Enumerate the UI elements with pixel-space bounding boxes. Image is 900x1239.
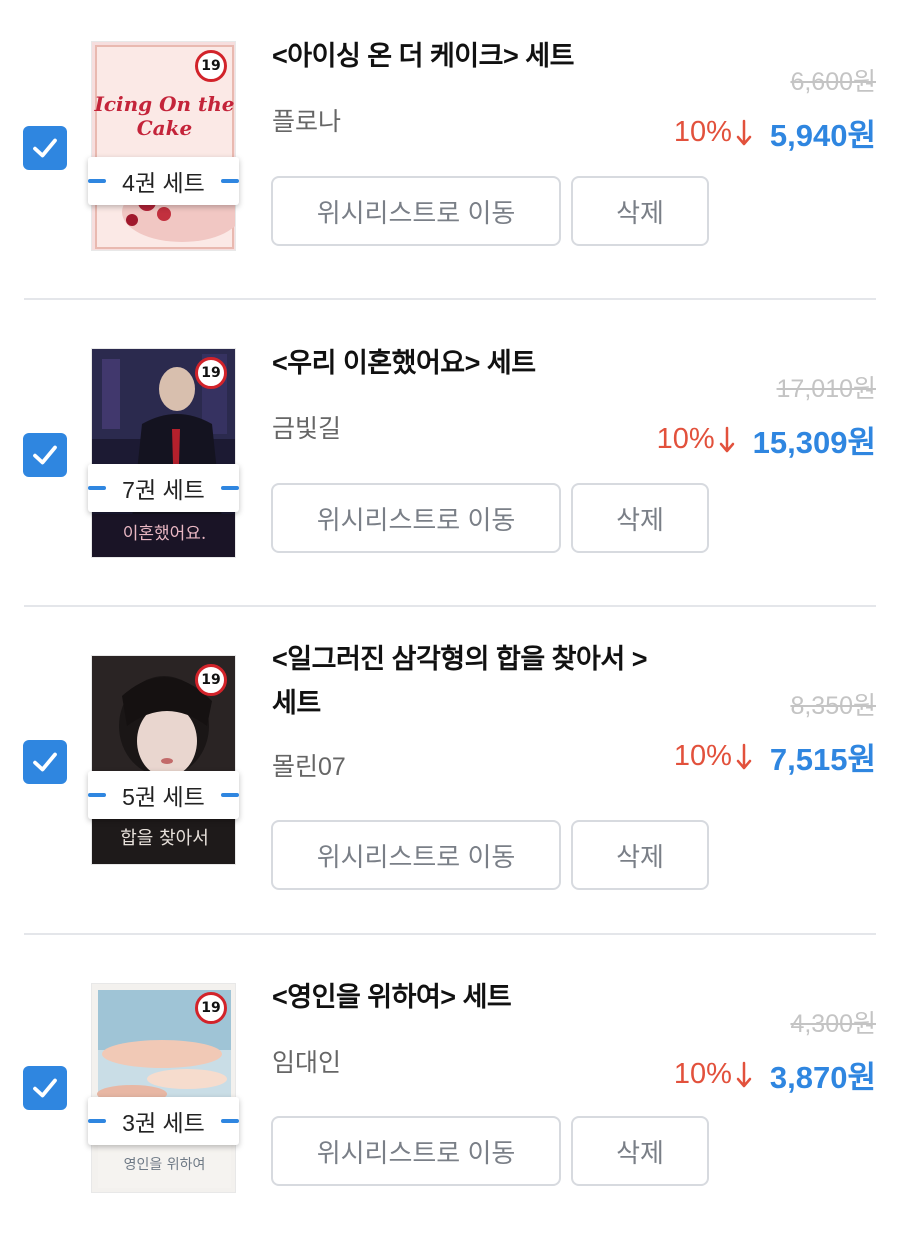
cover-title: 영인을 위하여 [123,1157,206,1173]
book-title[interactable]: <영인을 위하여> 세트 [272,975,672,1019]
book-title[interactable]: <아이싱 온 더 케이크> 세트 [272,34,672,78]
sale-price: 7,515원 [769,742,876,777]
set-count-label: 3권 세트 [88,1097,239,1145]
item-checkbox[interactable] [23,126,67,170]
divider [24,298,876,300]
cover-title: 이혼했어요. [122,524,207,544]
checkmark-icon [33,752,57,772]
discount-rate: 10% [673,740,732,772]
set-count-text: 5권 세트 [122,784,205,810]
arrow-down-icon [736,743,752,769]
book-title[interactable]: <일그러진 삼각형의 합을 찾아서 > 세트 [272,637,662,725]
item-checkbox[interactable] [23,433,67,477]
delete-button[interactable]: 삭제 [571,1116,709,1186]
label-dash [88,486,106,490]
discount-rate: 10% [673,116,732,148]
divider [24,605,876,607]
arrow-down-icon [719,426,734,452]
price-row: 10% 3,870원 [674,1052,876,1097]
book-author: 임대인 [272,1049,342,1077]
label-dash [221,1119,239,1123]
divider [24,933,876,935]
label-dash [221,179,239,183]
sale-price: 5,940원 [769,118,876,153]
set-count-label: 7권 세트 [88,464,239,512]
book-author: 금빛길 [272,415,342,443]
move-to-wishlist-button[interactable]: 위시리스트로 이동 [271,1116,561,1186]
delete-button[interactable]: 삭제 [571,820,709,890]
set-count-label: 5권 세트 [88,771,239,819]
age-badge: 19 [195,357,227,389]
book-cover[interactable]: Icing On the Cake 19 [91,41,236,251]
label-dash [88,179,106,183]
book-cover[interactable]: 영인을 위하여 19 [91,983,236,1193]
sale-price: 3,870원 [769,1060,876,1095]
book-title[interactable]: <우리 이혼했어요> 세트 [272,341,672,385]
move-to-wishlist-button[interactable]: 위시리스트로 이동 [271,176,561,246]
discount-rate: 10% [656,423,715,455]
price-row: 10% 15,309원 [657,417,876,462]
price-row: 10% 5,940원 [674,110,876,155]
move-to-wishlist-button[interactable]: 위시리스트로 이동 [271,483,561,553]
age-badge: 19 [195,992,227,1024]
set-count-label: 4권 세트 [88,157,239,205]
original-price: 4,300원 [790,1010,876,1038]
item-checkbox[interactable] [23,740,67,784]
label-dash [88,793,106,797]
cover-title: Icing On the Cake [94,92,235,140]
checkmark-icon [33,445,57,465]
set-count-text: 4권 세트 [122,170,205,196]
original-price: 8,350원 [790,692,876,720]
original-price: 6,600원 [790,68,876,96]
delete-button[interactable]: 삭제 [571,483,709,553]
price-row: 10% 7,515원 [674,734,876,779]
set-count-text: 3권 세트 [122,1110,205,1136]
move-to-wishlist-button[interactable]: 위시리스트로 이동 [271,820,561,890]
arrow-down-icon [736,119,752,145]
label-dash [221,793,239,797]
book-cover[interactable]: 이혼했어요. 19 [91,348,236,558]
book-cover[interactable]: 합을 찾아서 19 [91,655,236,865]
arrow-down-icon [736,1061,752,1087]
discount-rate: 10% [673,1058,732,1090]
delete-button[interactable]: 삭제 [571,176,709,246]
original-price: 17,010원 [776,375,876,403]
set-count-text: 7권 세트 [122,477,205,503]
book-author: 플로나 [272,108,342,136]
checkmark-icon [33,138,57,158]
checkmark-icon [33,1078,57,1098]
item-checkbox[interactable] [23,1066,67,1110]
sale-price: 15,309원 [752,425,876,460]
label-dash [88,1119,106,1123]
age-badge: 19 [195,50,227,82]
label-dash [221,486,239,490]
book-author: 몰린07 [272,753,346,781]
age-badge: 19 [195,664,227,696]
cover-title: 합을 찾아서 [120,828,209,849]
